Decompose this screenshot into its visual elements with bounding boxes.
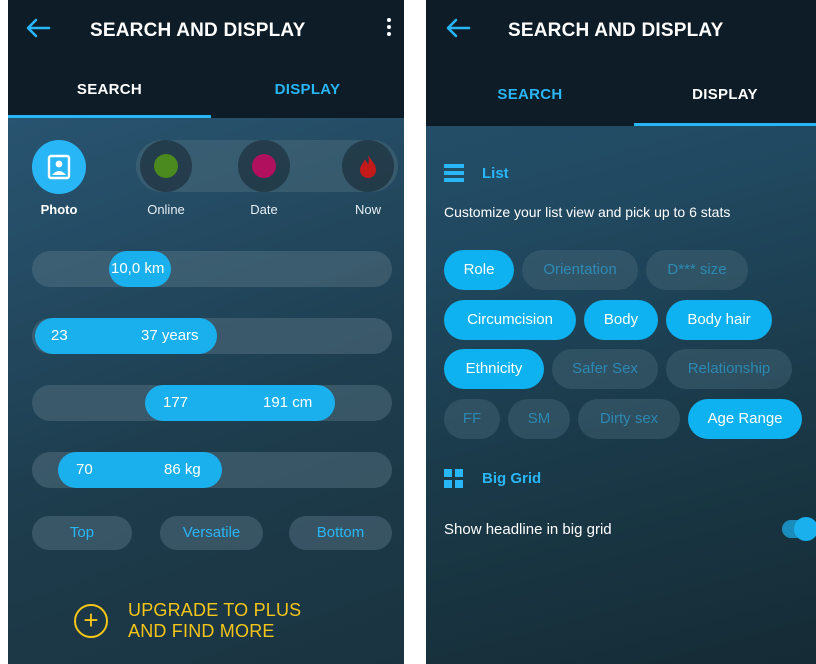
online-dot-icon: [154, 154, 178, 178]
now-filter-toggle[interactable]: [342, 140, 394, 192]
chip-safer-sex[interactable]: Safer Sex: [552, 349, 658, 389]
tab-indicator: [8, 115, 211, 118]
height-max-value: 191 cm: [263, 394, 313, 411]
tab-bar: SEARCH DISPLAY: [8, 64, 404, 118]
age-max-value: 37 years: [141, 327, 199, 344]
upgrade-link[interactable]: UPGRADE TO PLUS AND FIND MORE: [128, 600, 301, 642]
online-filter-toggle[interactable]: [140, 140, 192, 192]
big-grid-heading: Big Grid: [482, 470, 542, 487]
tab-search-label: SEARCH: [76, 81, 143, 98]
date-filter-toggle[interactable]: [238, 140, 290, 192]
headline-setting-label: Show headline in big grid: [444, 521, 612, 538]
tab-display-label: DISPLAY: [274, 81, 341, 98]
distance-slider[interactable]: 10,0 km: [32, 251, 392, 287]
chip-sm[interactable]: SM: [508, 399, 570, 439]
list-icon: [444, 164, 464, 182]
chip-circumcision[interactable]: Circumcision: [444, 300, 576, 340]
photo-icon: [47, 154, 71, 180]
back-arrow-icon[interactable]: [24, 14, 56, 46]
display-screen: SEARCH AND DISPLAY SEARCH DISPLAY List C…: [426, 0, 816, 664]
weight-slider[interactable]: 70 86 kg: [32, 452, 392, 488]
upgrade-line-1: UPGRADE TO PLUS: [128, 600, 302, 620]
back-arrow-icon[interactable]: [444, 14, 476, 46]
date-dot-icon: [252, 154, 276, 178]
tab-search[interactable]: SEARCH: [8, 64, 211, 118]
headline-toggle-knob[interactable]: [794, 517, 816, 541]
weight-max-value: 86 kg: [164, 461, 201, 478]
distance-value: 10,0 km: [111, 260, 165, 277]
height-range-fill[interactable]: 177 191 cm: [145, 385, 335, 421]
chip-orientation[interactable]: Orientation: [522, 250, 638, 290]
more-vert-icon[interactable]: [384, 16, 394, 42]
chip-role[interactable]: Role: [444, 250, 514, 290]
weight-min-value: 70: [76, 461, 93, 478]
age-range-fill[interactable]: 23 37 years: [35, 318, 217, 354]
filter-label-date: Date: [250, 202, 278, 217]
tab-display[interactable]: DISPLAY: [634, 64, 816, 126]
chip-relationship[interactable]: Relationship: [666, 349, 792, 389]
app-bar: SEARCH AND DISPLAY: [426, 0, 816, 64]
distance-handle[interactable]: 10,0 km: [109, 251, 171, 287]
role-top-button[interactable]: Top: [32, 516, 132, 550]
age-slider[interactable]: 23 37 years: [32, 318, 392, 354]
tab-display[interactable]: DISPLAY: [211, 64, 404, 118]
list-section-heading: List: [482, 165, 509, 182]
chip-ff[interactable]: FF: [444, 399, 500, 439]
grid-icon: [444, 469, 463, 488]
chip-ethnicity[interactable]: Ethnicity: [444, 349, 544, 389]
plus-circle-icon[interactable]: +: [74, 604, 108, 638]
chip-dirty-sex[interactable]: Dirty sex: [578, 399, 680, 439]
list-description: Customize your list view and pick up to …: [444, 204, 731, 220]
tab-indicator: [634, 123, 816, 126]
tab-display-label: DISPLAY: [692, 86, 758, 103]
upgrade-line-2: AND FIND MORE: [128, 621, 275, 641]
page-title: SEARCH AND DISPLAY: [90, 20, 306, 41]
role-bottom-button[interactable]: Bottom: [289, 516, 392, 550]
search-screen: SEARCH AND DISPLAY SEARCH DISPLAY Photo …: [8, 0, 404, 664]
filter-label-now: Now: [354, 202, 381, 217]
filter-label-photo: Photo: [40, 202, 78, 217]
height-slider[interactable]: 177 191 cm: [32, 385, 392, 421]
tab-search[interactable]: SEARCH: [426, 64, 634, 126]
height-min-value: 177: [163, 394, 189, 411]
age-min-value: 23: [51, 327, 68, 344]
chip-age-range[interactable]: Age Range: [688, 399, 802, 439]
chip-d-size[interactable]: D*** size: [646, 250, 748, 290]
role-versatile-button[interactable]: Versatile: [160, 516, 263, 550]
flame-icon: [360, 154, 376, 178]
page-title: SEARCH AND DISPLAY: [508, 20, 724, 41]
app-bar: SEARCH AND DISPLAY: [8, 0, 404, 64]
tab-search-label: SEARCH: [497, 86, 563, 103]
photo-filter-toggle[interactable]: [32, 140, 86, 194]
chip-body-hair[interactable]: Body hair: [666, 300, 772, 340]
weight-range-fill[interactable]: 70 86 kg: [58, 452, 222, 488]
filter-label-online: Online: [147, 202, 185, 217]
tab-bar: SEARCH DISPLAY: [426, 64, 816, 126]
chip-body[interactable]: Body: [584, 300, 658, 340]
